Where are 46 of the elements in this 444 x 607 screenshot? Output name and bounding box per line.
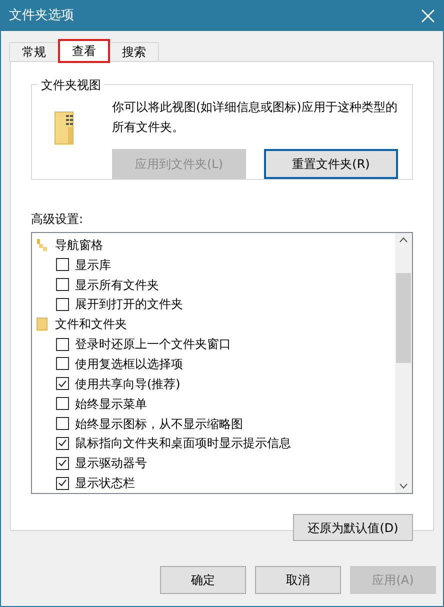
scroll-thumb[interactable] [396, 273, 411, 363]
checkmark-icon [58, 380, 67, 388]
checkbox[interactable] [56, 436, 69, 450]
checkbox[interactable] [56, 258, 69, 272]
checkmark-icon [58, 439, 67, 448]
setting-label: 始终显示图标，从不显示缩略图 [75, 416, 243, 433]
checkbox[interactable] [56, 377, 69, 390]
checkbox[interactable] [56, 417, 69, 430]
checkbox[interactable] [56, 298, 69, 311]
checkmark-icon [58, 479, 67, 488]
advanced-settings-label: 高级设置: [31, 211, 84, 228]
setting-label: 使用共享向导(推荐) [75, 376, 180, 393]
window-title: 文件夹选项 [9, 7, 74, 26]
setting-label: 始终显示菜单 [75, 396, 147, 413]
setting-label: 显示驱动器号 [75, 455, 147, 472]
scroll-down-icon[interactable] [399, 483, 408, 489]
setting-label: 使用复选框以选择项 [75, 356, 183, 373]
setting-label: 显示所有文件夹 [75, 276, 159, 294]
folder-icon [36, 317, 48, 332]
dialog-button[interactable]: 确定 [160, 566, 246, 594]
checkbox[interactable] [56, 476, 69, 490]
checkbox[interactable] [56, 278, 69, 292]
tab[interactable]: 常规 [9, 42, 59, 62]
group-title: 文件夹视图 [38, 76, 104, 94]
tab[interactable]: 搜索 [109, 42, 159, 62]
checkbox[interactable] [56, 456, 69, 470]
scrollbar[interactable] [395, 233, 412, 493]
checkmark-icon [58, 459, 67, 468]
checkbox[interactable] [56, 357, 69, 370]
group-heading: 文件和文件夹 [55, 316, 127, 334]
checkbox[interactable] [56, 338, 69, 351]
navigation-pane-icon [36, 238, 48, 252]
setting-label: 展开到打开的文件夹 [75, 296, 183, 314]
setting-label: 登录时还原上一个文件夹窗口 [75, 336, 231, 354]
description-text: 你可以将此视图(如详细信息或图标)应用于这种类型的所有文件夹。 [112, 99, 398, 136]
setting-label: 显示状态栏 [75, 475, 135, 492]
restore-defaults-button[interactable]: 还原为默认值(D) [293, 514, 413, 541]
scroll-up-icon[interactable] [399, 237, 408, 243]
setting-label: 显示库 [75, 256, 111, 274]
group-heading: 导航窗格 [55, 236, 103, 254]
close-icon[interactable] [421, 9, 435, 23]
setting-label: 鼠标指向文件夹和桌面项时显示提示信息 [75, 435, 291, 452]
tab[interactable]: 查看 [59, 40, 109, 62]
dialog-button[interactable]: 取消 [255, 566, 341, 594]
reset-folders-button[interactable]: 重置文件夹(R) [264, 149, 398, 179]
checkbox[interactable] [56, 397, 69, 410]
